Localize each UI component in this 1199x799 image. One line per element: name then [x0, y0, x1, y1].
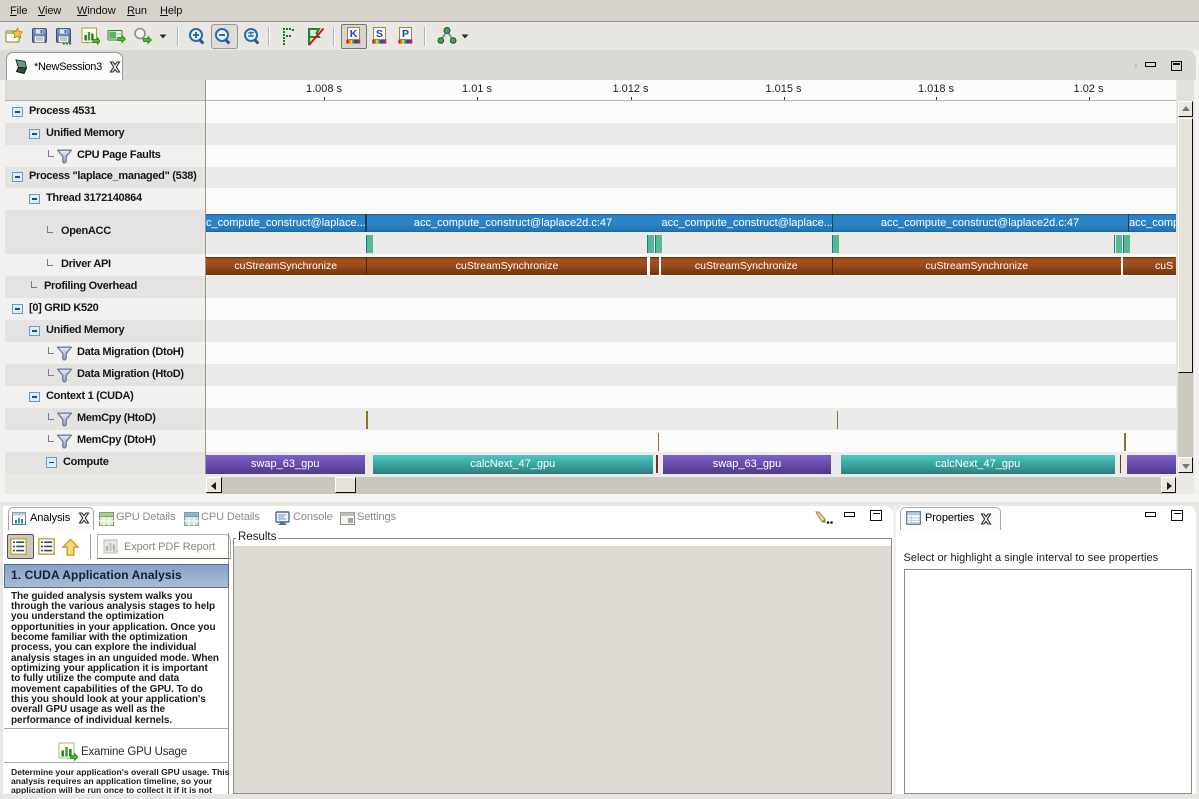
- svg-text:P: P: [402, 28, 409, 40]
- svg-text:S: S: [376, 28, 383, 40]
- svg-text:K: K: [350, 28, 358, 40]
